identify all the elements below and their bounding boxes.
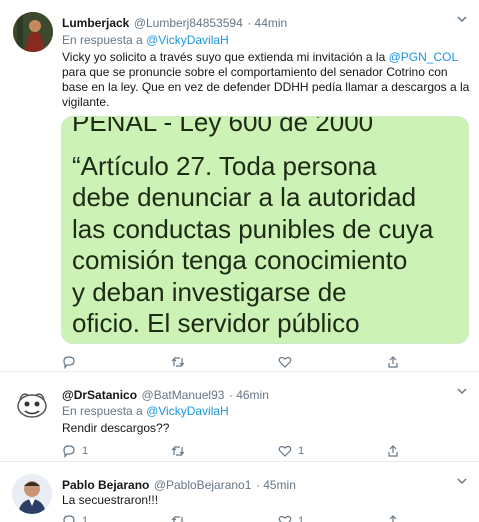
avatar[interactable] bbox=[13, 12, 53, 52]
reply-prefix: En respuesta a bbox=[62, 33, 143, 47]
share-button[interactable] bbox=[386, 444, 400, 458]
timestamp[interactable]: · 44min bbox=[247, 16, 287, 30]
tweet-text: Rendir descargos?? bbox=[62, 421, 170, 435]
share-icon bbox=[388, 515, 398, 522]
reply-prefix: En respuesta a bbox=[62, 404, 143, 418]
tweet-text: Vicky yo solicito a través suyo que exti… bbox=[62, 50, 470, 110]
share-button[interactable] bbox=[386, 514, 400, 522]
reply-icon bbox=[63, 445, 75, 458]
media-line: las conductas punibles de cuya bbox=[72, 213, 434, 244]
display-name[interactable]: Lumberjack bbox=[62, 16, 129, 30]
avatar[interactable] bbox=[12, 474, 52, 514]
tweet-header: Pablo Bejarano @PabloBejarano1 · 45min bbox=[62, 476, 296, 494]
like-count: 1 bbox=[298, 515, 305, 522]
chevron-down-icon[interactable] bbox=[456, 475, 468, 490]
retweet-button[interactable] bbox=[170, 355, 192, 369]
retweet-icon bbox=[171, 357, 185, 367]
reply-icon bbox=[63, 515, 75, 522]
text-segment: Vicky yo solicito a través suyo que exti… bbox=[62, 50, 389, 64]
tweet-header: Lumberjack @Lumberj84853594 · 44min bbox=[62, 14, 287, 32]
user-handle[interactable]: @Lumberj84853594 bbox=[134, 16, 243, 30]
media-text: PENAL - Ley 600 de 2000 “Artículo 27. To… bbox=[72, 116, 467, 340]
reply-context: En respuesta a @VickyDavilaH bbox=[62, 404, 229, 418]
retweet-icon bbox=[171, 446, 185, 456]
chevron-down-icon[interactable] bbox=[456, 385, 468, 400]
reply-button[interactable]: 1 bbox=[62, 514, 88, 522]
media-line: y deban investigarse de bbox=[72, 276, 347, 307]
reply-button[interactable]: 1 bbox=[62, 444, 88, 458]
user-handle[interactable]: @BatManuel93 bbox=[142, 388, 225, 402]
avatar[interactable] bbox=[12, 384, 52, 424]
retweet-icon bbox=[171, 516, 184, 522]
user-handle[interactable]: @PabloBejarano1 bbox=[154, 478, 252, 492]
reply-context: En respuesta a @VickyDavilaH bbox=[62, 33, 229, 47]
tweet-lumberjack[interactable]: Lumberjack @Lumberj84853594 · 44min En r… bbox=[0, 0, 479, 370]
heart-icon bbox=[278, 445, 292, 457]
tweet-header: @DrSatanico @BatManuel93 · 46min bbox=[62, 386, 269, 404]
like-button[interactable]: 1 bbox=[278, 444, 304, 458]
text-segment: para que se pronuncie sobre el comportam… bbox=[62, 65, 470, 109]
share-icon bbox=[388, 356, 398, 368]
media-line: oficio. El servidor público bbox=[72, 308, 360, 338]
retweet-button[interactable] bbox=[170, 514, 192, 522]
display-name[interactable]: @DrSatanico bbox=[62, 388, 137, 402]
timestamp[interactable]: · 46min bbox=[229, 388, 269, 402]
media-line: comisión tenga conocimiento bbox=[72, 245, 408, 275]
display-name[interactable]: Pablo Bejarano bbox=[62, 478, 149, 492]
tweet-pablobejarano[interactable]: Pablo Bejarano @PabloBejarano1 · 45min L… bbox=[0, 462, 479, 522]
timestamp[interactable]: · 45min bbox=[256, 478, 296, 492]
heart-icon bbox=[278, 515, 292, 522]
reply-mention-link[interactable]: @VickyDavilaH bbox=[146, 404, 229, 418]
like-button[interactable]: 1 bbox=[278, 514, 304, 522]
like-button[interactable] bbox=[278, 355, 298, 369]
reply-mention-link[interactable]: @VickyDavilaH bbox=[146, 33, 229, 47]
reply-count: 1 bbox=[82, 515, 89, 522]
mention-link[interactable]: @PGN_COL bbox=[389, 50, 458, 64]
media-line: PENAL - Ley 600 de 2000 bbox=[72, 116, 374, 137]
share-button[interactable] bbox=[386, 355, 400, 369]
like-count: 1 bbox=[298, 445, 305, 457]
reply-button[interactable] bbox=[62, 355, 82, 369]
heart-icon bbox=[278, 356, 292, 368]
media-image[interactable]: PENAL - Ley 600 de 2000 “Artículo 27. To… bbox=[61, 116, 469, 344]
tweet-text: La secuestraron!!! bbox=[62, 493, 159, 507]
media-line: debe denunciar a la autoridad bbox=[72, 182, 417, 212]
share-icon bbox=[388, 445, 398, 457]
media-line: “Artículo 27. Toda persona bbox=[72, 150, 377, 181]
reply-count: 1 bbox=[82, 445, 89, 457]
chevron-down-icon[interactable] bbox=[456, 13, 468, 28]
tweet-drsatanico[interactable]: @DrSatanico @BatManuel93 · 46min En resp… bbox=[0, 372, 479, 462]
retweet-button[interactable] bbox=[170, 444, 192, 458]
reply-icon bbox=[63, 356, 75, 369]
